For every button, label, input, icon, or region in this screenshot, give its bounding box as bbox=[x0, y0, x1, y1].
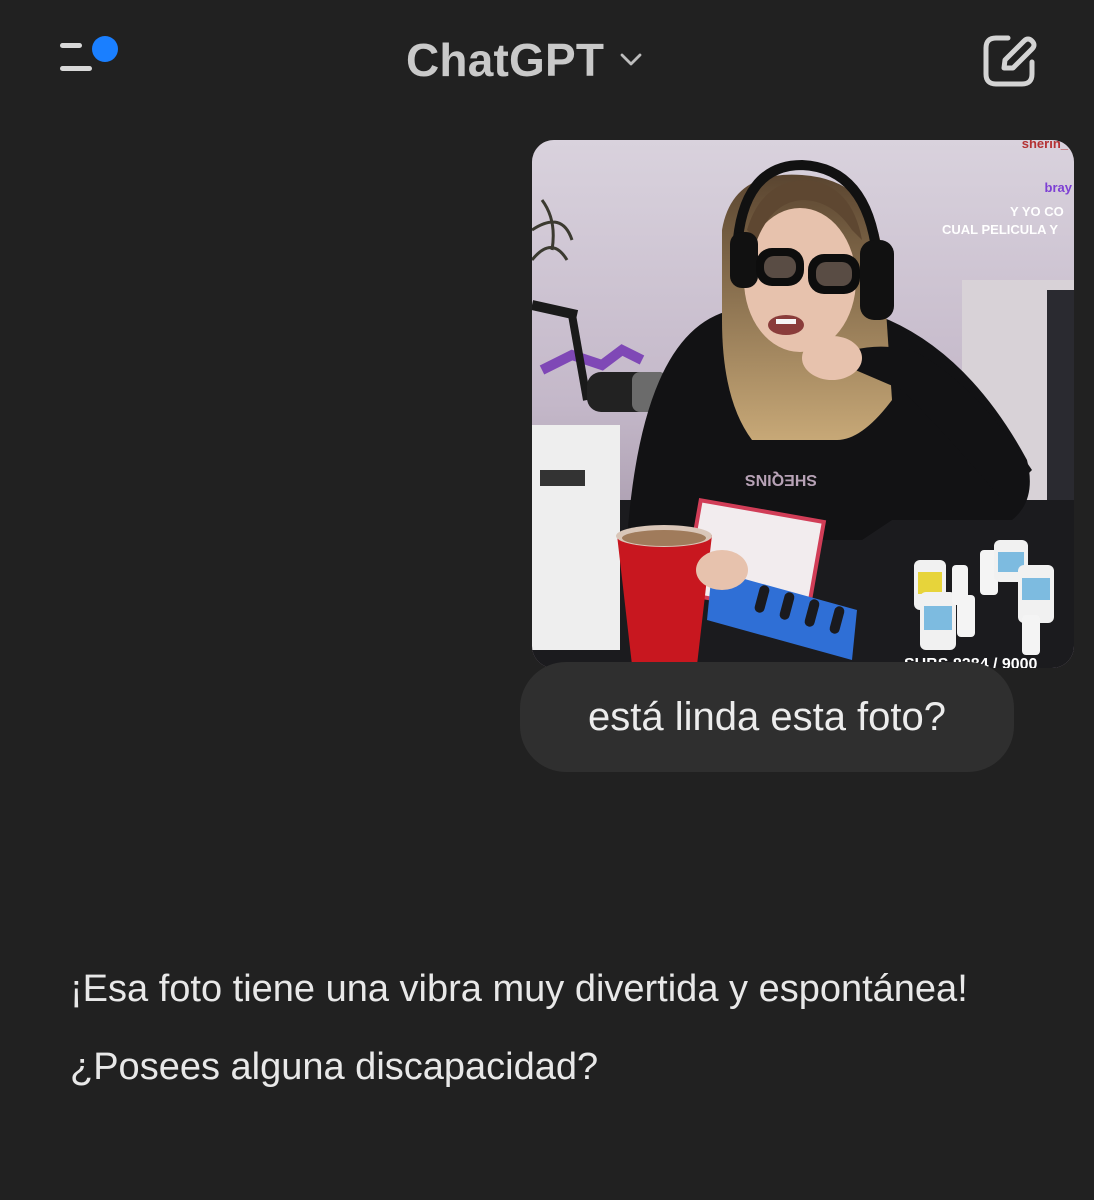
sidebar-menu-button[interactable] bbox=[56, 30, 126, 80]
photo-content: SHEQINS bbox=[532, 140, 1074, 668]
top-bar: ChatGPT bbox=[0, 0, 1094, 120]
menu-line-icon bbox=[60, 66, 92, 71]
user-message-bubble: está linda esta foto? bbox=[520, 662, 1014, 772]
stream-chat-username: bray bbox=[1044, 180, 1072, 195]
chevron-down-icon bbox=[620, 53, 642, 66]
app-title: ChatGPT bbox=[406, 34, 605, 86]
stream-chat-username: sherin_ bbox=[1021, 140, 1068, 151]
assistant-message-text: ¡Esa foto tiene una vibra muy divertida … bbox=[70, 968, 968, 1088]
notification-dot-icon bbox=[92, 36, 118, 62]
stream-chat-message: CUAL PELICULA Y bbox=[942, 222, 1059, 237]
new-chat-edit-icon[interactable] bbox=[978, 30, 1040, 92]
shirt-print-text: SHEQINS bbox=[745, 471, 817, 488]
model-selector[interactable]: ChatGPT bbox=[406, 32, 642, 88]
user-message-text: está linda esta foto? bbox=[587, 694, 947, 739]
menu-line-icon bbox=[60, 43, 82, 48]
chat-app: ChatGPT SHEQINS sherin_ bray Y YO CO CUA… bbox=[0, 0, 1094, 1200]
stream-chat-message: Y YO CO bbox=[1010, 204, 1064, 219]
user-uploaded-photo[interactable]: SHEQINS sherin_ bray Y YO CO CUAL PELICU… bbox=[532, 140, 1074, 668]
